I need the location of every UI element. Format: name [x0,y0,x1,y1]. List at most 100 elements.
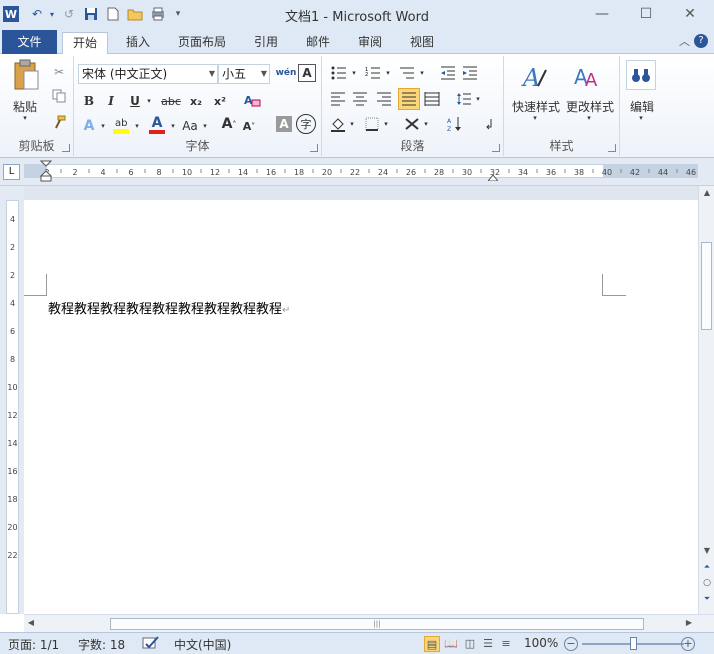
tab-page-layout[interactable]: 页面布局 [170,32,234,55]
quick-styles-dropdown-icon[interactable]: ▾ [528,114,542,122]
editing-button[interactable]: 编辑 [622,98,662,115]
indent-markers-icon[interactable] [39,160,53,182]
font-name-select[interactable]: 宋体 (中文正文) ▼ [78,64,218,84]
proofing-icon[interactable] [142,635,160,654]
vertical-scroll-thumb[interactable] [701,242,712,330]
text-effects-dropdown-icon[interactable]: ▾ [98,116,108,136]
paragraph-launcher-icon[interactable]: ↘ [492,144,500,152]
text-effects-button[interactable]: A [80,116,98,136]
tab-insert[interactable]: 插入 [118,32,158,55]
vertical-ruler[interactable]: 4 2 2 4 6 8 10 12 14 16 18 20 22 [6,200,19,614]
draft-view-icon[interactable]: ≡ [498,636,514,652]
collapse-ribbon-icon[interactable]: ︿ [679,33,690,49]
zoom-level[interactable]: 100% [524,636,558,650]
document-text[interactable]: 教程教程教程教程教程教程教程教程教程 [48,302,282,317]
sort-icon[interactable]: AZ [444,114,464,134]
underline-dropdown-icon[interactable]: ▾ [144,92,154,110]
minimize-button[interactable]: — [588,4,616,24]
tab-view[interactable]: 视图 [402,32,442,55]
change-styles-icon[interactable]: AA [570,60,604,94]
quick-styles-button[interactable]: 快速样式 [508,98,564,115]
find-binoculars-icon[interactable] [626,60,656,90]
page-count[interactable]: 页面: 1/1 [8,636,59,653]
web-layout-icon[interactable]: ◫ [462,636,478,652]
borders-dropdown-icon[interactable]: ▾ [382,114,390,134]
justify-icon[interactable] [398,88,420,110]
zoom-out-icon[interactable]: − [564,637,578,651]
maximize-button[interactable]: ☐ [632,4,660,24]
character-border-button[interactable]: A [298,64,316,82]
superscript-button[interactable]: x² [210,92,230,110]
tab-home[interactable]: 开始 [62,32,108,55]
align-left-icon[interactable] [328,90,348,108]
tab-references[interactable]: 引用 [246,32,286,55]
change-styles-button[interactable]: 更改样式 [562,98,618,115]
borders-icon[interactable] [362,114,382,134]
shading-dropdown-icon[interactable]: ▾ [348,114,356,134]
horizontal-ruler[interactable]: 2246810121416182022242628303234363840424… [24,164,698,178]
character-shading-button[interactable]: A [276,116,292,132]
multilevel-list-icon[interactable] [396,64,418,82]
cut-icon[interactable]: ✂ [50,64,68,80]
scroll-up-icon[interactable]: ▲ [699,188,714,197]
next-page-icon[interactable]: ⏷ [699,594,714,604]
numbering-dropdown-icon[interactable]: ▾ [384,64,392,82]
paste-dropdown-icon[interactable]: ▾ [18,114,32,122]
show-formatting-marks-icon[interactable] [478,114,498,134]
select-browse-object-icon[interactable]: ○ [699,578,714,588]
line-spacing-icon[interactable] [454,90,474,108]
numbering-icon[interactable]: 12 [362,64,384,82]
clear-formatting-icon[interactable]: A [242,90,262,110]
styles-launcher-icon[interactable]: ↘ [608,144,616,152]
tab-review[interactable]: 审阅 [350,32,390,55]
chinese-layout-icon[interactable] [402,114,422,134]
shrink-font-button[interactable]: A ˅ [240,116,258,136]
font-color-button[interactable]: A [146,114,168,136]
font-name-dropdown-icon[interactable]: ▼ [209,65,215,83]
align-right-icon[interactable] [374,90,394,108]
scroll-right-icon[interactable]: ▶ [684,618,694,627]
underline-button[interactable]: U [126,92,144,110]
subscript-button[interactable]: x₂ [186,92,206,110]
phonetic-guide-button[interactable]: wén [276,62,297,84]
copy-icon[interactable] [50,88,68,104]
font-color-dropdown-icon[interactable]: ▾ [168,116,178,136]
align-center-icon[interactable] [350,90,370,108]
paste-icon[interactable] [10,58,42,94]
highlight-color-button[interactable]: ab [110,114,132,136]
chinese-layout-dropdown-icon[interactable]: ▾ [422,114,430,134]
enclose-characters-button[interactable]: 字 [296,114,316,134]
print-layout-view-icon[interactable]: ▤ [424,636,440,652]
font-launcher-icon[interactable]: ↘ [310,144,318,152]
decrease-indent-icon[interactable] [438,64,458,82]
scroll-down-icon[interactable]: ▼ [699,546,714,555]
tab-selector-button[interactable]: L [3,164,20,180]
horizontal-scroll-thumb[interactable]: ||| [110,618,644,630]
language-indicator[interactable]: 中文(中国) [174,636,231,653]
change-case-button[interactable]: Aa [180,116,200,136]
tab-file[interactable]: 文件 [2,30,57,54]
help-icon[interactable]: ? [694,34,708,48]
bold-button[interactable]: B [80,92,98,110]
horizontal-scrollbar[interactable]: ◀ ||| ▶ [24,614,714,632]
document-page[interactable]: 教程教程教程教程教程教程教程教程教程↵ [24,200,698,614]
right-indent-marker-icon[interactable] [486,170,500,182]
font-size-dropdown-icon[interactable]: ▼ [261,65,267,83]
word-count[interactable]: 字数: 18 [78,636,125,653]
increase-indent-icon[interactable] [460,64,480,82]
vertical-scrollbar[interactable]: ▲ ▼ ⏶ ○ ⏷ [698,186,714,614]
document-body-text[interactable]: 教程教程教程教程教程教程教程教程教程↵ [48,298,290,317]
tab-mailings[interactable]: 邮件 [298,32,338,55]
paste-button[interactable]: 粘贴 [6,98,44,115]
shading-icon[interactable] [328,114,348,134]
change-styles-dropdown-icon[interactable]: ▾ [582,114,596,122]
outline-view-icon[interactable]: ☰ [480,636,496,652]
grow-font-button[interactable]: A ˄ [220,114,238,134]
previous-page-icon[interactable]: ⏶ [699,562,714,572]
multilevel-list-dropdown-icon[interactable]: ▾ [418,64,426,82]
zoom-in-icon[interactable]: + [681,637,695,651]
font-size-select[interactable]: 小五 ▼ [218,64,270,84]
change-case-dropdown-icon[interactable]: ▾ [200,116,210,136]
italic-button[interactable]: I [102,92,120,110]
scroll-left-icon[interactable]: ◀ [26,618,36,627]
